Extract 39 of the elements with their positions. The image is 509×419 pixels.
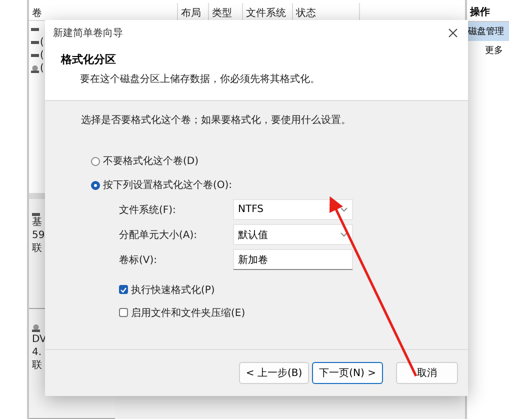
wizard-button[interactable]: 下一页(N) > <box>312 362 383 384</box>
chevron-down-icon <box>340 232 348 237</box>
radio-label: 不要格式化这个卷(D) <box>103 154 199 168</box>
input-field[interactable]: 新加卷 <box>233 249 353 270</box>
volume-name: ( <box>40 36 44 48</box>
drive-icon <box>31 28 39 31</box>
checkbox[interactable] <box>119 285 128 294</box>
chevron-down-icon <box>340 207 348 212</box>
volume-name: ( <box>40 62 44 74</box>
page-heading: 格式化分区 <box>61 52 117 67</box>
checkbox-label: 执行快速格式化(P) <box>131 284 215 296</box>
action-item[interactable]: 磁盘管理 <box>467 22 509 41</box>
wizard-button[interactable]: < 上一步(B) <box>238 362 310 384</box>
radio-button[interactable] <box>91 156 100 166</box>
dropdown-field[interactable]: 默认值 <box>233 224 353 245</box>
drive-icon <box>32 213 40 216</box>
drive-icon <box>31 54 39 57</box>
volume-name: ( <box>40 50 44 62</box>
disk-info-text: 4. <box>32 347 43 359</box>
dialog-title: 新建简单卷向导 <box>53 26 123 40</box>
dropdown-field[interactable]: NTFS <box>233 199 353 220</box>
disk-info-text: 联 <box>32 243 43 255</box>
wizard-button[interactable]: 取消 <box>396 362 458 384</box>
instruction-text: 选择是否要格式化这个卷；如果要格式化，要使用什么设置。 <box>81 114 352 127</box>
close-button[interactable] <box>446 26 460 40</box>
field-label: 文件系统(F): <box>119 204 177 216</box>
disk-info-text: 基 <box>32 217 43 229</box>
disk-info-text: 59 <box>32 230 46 242</box>
field-label: 分配单元大小(A): <box>119 228 198 242</box>
field-label: 卷标(V): <box>119 254 158 266</box>
radio-button[interactable] <box>91 180 100 190</box>
drive-icon <box>31 41 39 44</box>
checkbox-label: 启用文件和文件夹压缩(E) <box>131 306 246 320</box>
close-icon <box>448 28 458 38</box>
page-subtitle: 要在这个磁盘分区上储存数据，你必须先将其格式化。 <box>80 72 321 86</box>
action-item[interactable]: 更多 <box>467 41 509 60</box>
radio-label: 按下列设置格式化这个卷(O): <box>103 178 232 192</box>
checkbox[interactable] <box>119 308 128 317</box>
disk-info-text: 联 <box>32 360 43 372</box>
